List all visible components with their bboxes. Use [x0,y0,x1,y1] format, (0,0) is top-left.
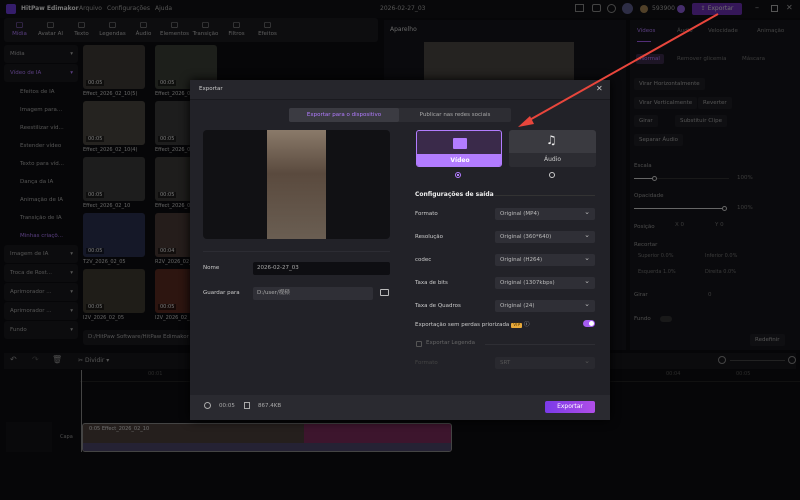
annotation-arrow [518,13,719,127]
